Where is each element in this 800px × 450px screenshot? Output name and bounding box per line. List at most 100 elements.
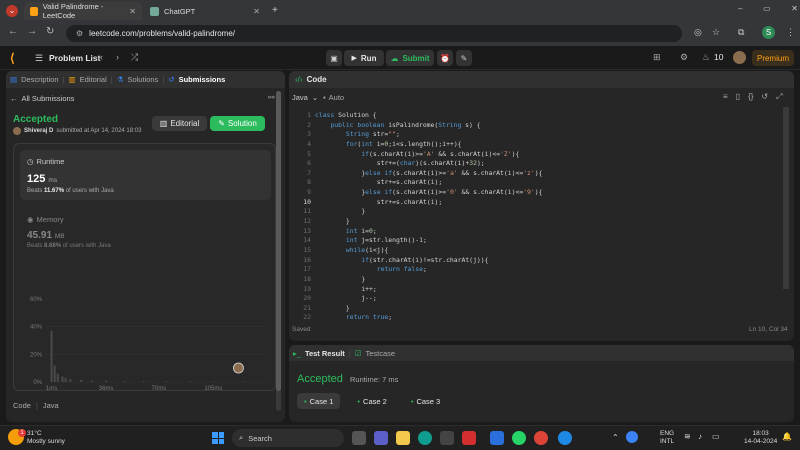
- code-line[interactable]: 6 str+=(char)(s.charAt(i)+32);: [289, 159, 786, 169]
- autocomplete-toggle[interactable]: ▪ Auto: [323, 93, 344, 102]
- submit-button[interactable]: ☁ Submit: [386, 50, 434, 66]
- code-line[interactable]: 16 if(str.charAt(i)!=str.charAt(j)){: [289, 256, 786, 266]
- task-view-icon[interactable]: [352, 431, 366, 445]
- code-line[interactable]: 10 str+=s.charAt(i);: [289, 198, 786, 208]
- bookmark-star-icon[interactable]: ☆: [712, 27, 720, 38]
- premium-button[interactable]: Premium: [752, 50, 794, 66]
- code-line[interactable]: 13 int i=0;: [289, 227, 786, 237]
- solution-button[interactable]: ✎ Solution: [210, 116, 265, 131]
- braces-icon[interactable]: {}: [748, 92, 753, 102]
- case-2-tab[interactable]: • Case 2: [350, 393, 393, 409]
- settings-gear-icon[interactable]: ⚙: [680, 52, 688, 63]
- shuffle-icon[interactable]: ⤮: [131, 52, 138, 63]
- user-avatar[interactable]: [733, 51, 746, 64]
- tab-valid-palindrome[interactable]: Valid Palindrome - LeetCode ✕: [24, 2, 142, 20]
- run-button[interactable]: ▶ Run: [344, 50, 384, 66]
- file-explorer-icon[interactable]: [396, 431, 410, 445]
- editorial-button[interactable]: ▥ Editorial: [152, 116, 207, 131]
- tab-chatgpt[interactable]: ChatGPT ✕: [144, 2, 266, 20]
- code-line[interactable]: 3 String str="";: [289, 130, 786, 140]
- code-line[interactable]: 5 if(s.charAt(i)>='A' && s.charAt(i)<='Z…: [289, 150, 786, 160]
- maximize-button[interactable]: ▭: [763, 4, 771, 13]
- format-icon[interactable]: ≡: [723, 92, 728, 102]
- code-line[interactable]: 15 while(i<j){: [289, 246, 786, 256]
- code-line[interactable]: 1 class Solution {: [289, 111, 786, 121]
- clock[interactable]: 18:03 14-04-2024: [744, 430, 777, 446]
- battery-icon[interactable]: ▭: [712, 432, 720, 441]
- back-icon[interactable]: ←: [8, 26, 18, 37]
- bookmark-icon[interactable]: ▯: [736, 92, 740, 102]
- tab-test-result[interactable]: Test Result: [305, 349, 345, 358]
- tab-description[interactable]: Description: [21, 75, 59, 84]
- site-info-icon[interactable]: ⚙: [76, 29, 83, 38]
- notification-bell-icon[interactable]: 🔔: [782, 432, 792, 441]
- close-icon[interactable]: ✕: [129, 7, 136, 16]
- code-line[interactable]: 21 }: [289, 304, 786, 314]
- layout-icon[interactable]: ⊞: [653, 52, 661, 63]
- tab-search-icon[interactable]: ⌄: [6, 5, 18, 17]
- code-line[interactable]: 18 }: [289, 275, 786, 285]
- next-problem-icon[interactable]: ›: [116, 52, 119, 62]
- code-line[interactable]: 22 return true;: [289, 313, 786, 323]
- tab-testcase[interactable]: Testcase: [366, 349, 396, 358]
- fullscreen-icon[interactable]: ⤢: [776, 92, 782, 102]
- code-line[interactable]: 20 j--;: [289, 294, 786, 304]
- notes-button[interactable]: ✎: [456, 50, 472, 66]
- mail-icon[interactable]: [490, 431, 504, 445]
- extensions-icon[interactable]: ⧉: [738, 27, 744, 38]
- code-line[interactable]: 12 }: [289, 217, 786, 227]
- case-3-tab[interactable]: • Case 3: [404, 393, 447, 409]
- new-tab-button[interactable]: +: [272, 5, 278, 16]
- minimize-button[interactable]: –: [738, 4, 742, 13]
- onedrive-icon[interactable]: [626, 431, 638, 443]
- all-submissions-link[interactable]: ← All Submissions: [10, 94, 74, 103]
- code-lines[interactable]: 1 class Solution {2 public boolean isPali…: [289, 111, 786, 323]
- code-line[interactable]: 11 }: [289, 207, 786, 217]
- code-line[interactable]: 9 }else if(s.charAt(i)>='0' && s.charAt(…: [289, 188, 786, 198]
- code-line[interactable]: 2 public boolean isPalindrome(String s) …: [289, 121, 786, 131]
- problem-list-link[interactable]: Problem List: [49, 53, 100, 63]
- teams-icon[interactable]: [374, 431, 388, 445]
- whatsapp-icon[interactable]: [512, 431, 526, 445]
- taskbar-search[interactable]: ⌕ Search: [232, 429, 344, 447]
- tab-editorial[interactable]: Editorial: [80, 75, 107, 84]
- eye-off-icon[interactable]: ◎: [694, 27, 702, 38]
- code-line[interactable]: 8 str+=s.charAt(i);: [289, 178, 786, 188]
- case-1-tab[interactable]: • Case 1: [297, 393, 341, 409]
- scrollbar[interactable]: [276, 91, 281, 411]
- chrome-icon[interactable]: [534, 431, 548, 445]
- username-link[interactable]: Shiveraj D: [24, 128, 53, 134]
- tab-submissions[interactable]: Submissions: [179, 75, 226, 84]
- reload-icon[interactable]: ↻: [46, 26, 54, 37]
- office-icon[interactable]: [462, 431, 476, 445]
- close-window-button[interactable]: ✕: [791, 4, 798, 13]
- code-line[interactable]: 4 for(int i=0;i<s.length();i++){: [289, 140, 786, 150]
- runtime-card[interactable]: ◷ Runtime 125 ms Beats 11.67% of users w…: [20, 150, 271, 200]
- menu-kebab-icon[interactable]: ⋮: [786, 27, 795, 38]
- prev-problem-icon[interactable]: ‹: [100, 52, 103, 62]
- volume-icon[interactable]: ♪: [698, 432, 702, 441]
- timer-button[interactable]: ⏰: [437, 50, 453, 66]
- chrome-profile-icon[interactable]: [558, 431, 572, 445]
- code-line[interactable]: 19 i++;: [289, 285, 786, 295]
- forward-icon[interactable]: →: [27, 26, 37, 37]
- editor-scrollbar[interactable]: [783, 107, 789, 289]
- debug-button[interactable]: ▣: [326, 50, 342, 66]
- wifi-icon[interactable]: ≋: [684, 432, 691, 441]
- profile-avatar[interactable]: S: [762, 26, 775, 39]
- memory-card[interactable]: ◉ Memory: [27, 215, 64, 224]
- chevron-up-icon[interactable]: ⌃: [612, 433, 619, 442]
- windows-start-icon[interactable]: [212, 432, 224, 444]
- code-line[interactable]: 14 int j=str.length()-1;: [289, 236, 786, 246]
- code-line[interactable]: 17 return false;: [289, 265, 786, 275]
- reset-icon[interactable]: ↺: [761, 92, 768, 102]
- close-icon[interactable]: ✕: [253, 7, 260, 16]
- tab-solutions[interactable]: Solutions: [127, 75, 158, 84]
- code-line[interactable]: 7 }else if(s.charAt(i)>='a' && s.charAt(…: [289, 169, 786, 179]
- language-select[interactable]: Java ⌄: [292, 93, 318, 102]
- link-icon[interactable]: ⚯: [268, 93, 275, 102]
- store-icon[interactable]: [440, 431, 454, 445]
- edge-icon[interactable]: [418, 431, 432, 445]
- leetcode-logo-icon[interactable]: ⟨: [10, 51, 15, 65]
- input-language[interactable]: ENG INTL: [660, 430, 674, 446]
